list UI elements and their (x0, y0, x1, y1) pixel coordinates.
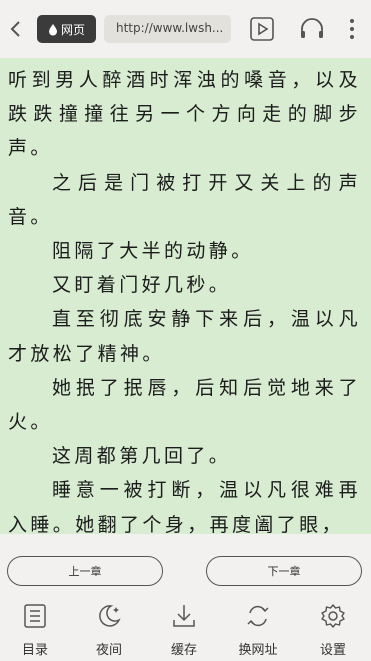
toc-label: 目录 (21, 643, 48, 658)
cache-button[interactable]: 缓存 (154, 603, 214, 659)
back-button[interactable] (6, 17, 26, 41)
paragraph: 听到男人醉酒时浑浊的嗓音，以及跌跌撞撞往另一个方向走的脚步声。 (8, 69, 361, 160)
top-toolbar: 网页 http://www.lwsh... (0, 0, 371, 58)
url-field[interactable]: http://www.lwsh... (104, 15, 231, 43)
cache-label: 缓存 (170, 643, 197, 658)
reading-content: 听到男人醉酒时浑浊的嗓音，以及跌跌撞撞往另一个方向走的脚步声。 之后是门被打开又… (0, 58, 371, 534)
list-icon (24, 604, 46, 628)
listen-button[interactable] (298, 15, 326, 43)
download-icon (173, 605, 195, 627)
prev-chapter-button[interactable]: 上一章 (7, 556, 163, 586)
next-chapter-button[interactable]: 下一章 (206, 556, 362, 586)
paragraph: 直至彻底安静下来后，温以凡才放松了精神。 (8, 308, 361, 365)
more-button[interactable] (342, 15, 362, 43)
web-mode-button[interactable]: 网页 (37, 15, 96, 43)
paragraph: 睡意一被打断，温以凡很难再入睡。她翻了个身，再度阖了眼， (8, 479, 361, 534)
switch-icon (247, 605, 269, 627)
bottom-toolbar: 目录 夜间 缓存 换网址 设置 (0, 598, 371, 661)
chevron-left-icon (10, 21, 20, 37)
water-drop-icon (48, 23, 57, 35)
gear-icon (321, 604, 345, 628)
play-button[interactable] (248, 15, 276, 43)
more-vertical-icon (350, 19, 354, 39)
paragraph: 之后是门被打开又关上的声音。 (8, 171, 361, 228)
paragraph: 这周都第几回了。 (52, 445, 232, 468)
settings-button[interactable]: 设置 (303, 603, 363, 659)
night-mode-label: 夜间 (95, 643, 122, 658)
web-mode-label: 网页 (60, 22, 85, 37)
switch-source-label: 换网址 (238, 643, 278, 658)
switch-source-button[interactable]: 换网址 (228, 603, 288, 659)
paragraph: 阻隔了大半的动静。 (52, 240, 254, 263)
chapter-nav: 上一章 下一章 (0, 534, 371, 598)
moon-icon (99, 605, 121, 627)
toc-button[interactable]: 目录 (5, 603, 65, 659)
paragraph: 她抿了抿唇，后知后觉地来了火。 (8, 376, 361, 434)
play-icon (250, 17, 274, 41)
headphones-icon (301, 18, 323, 38)
paragraph: 又盯着门好几秒。 (52, 274, 232, 297)
night-mode-button[interactable]: 夜间 (79, 603, 139, 659)
settings-label: 设置 (319, 643, 346, 658)
